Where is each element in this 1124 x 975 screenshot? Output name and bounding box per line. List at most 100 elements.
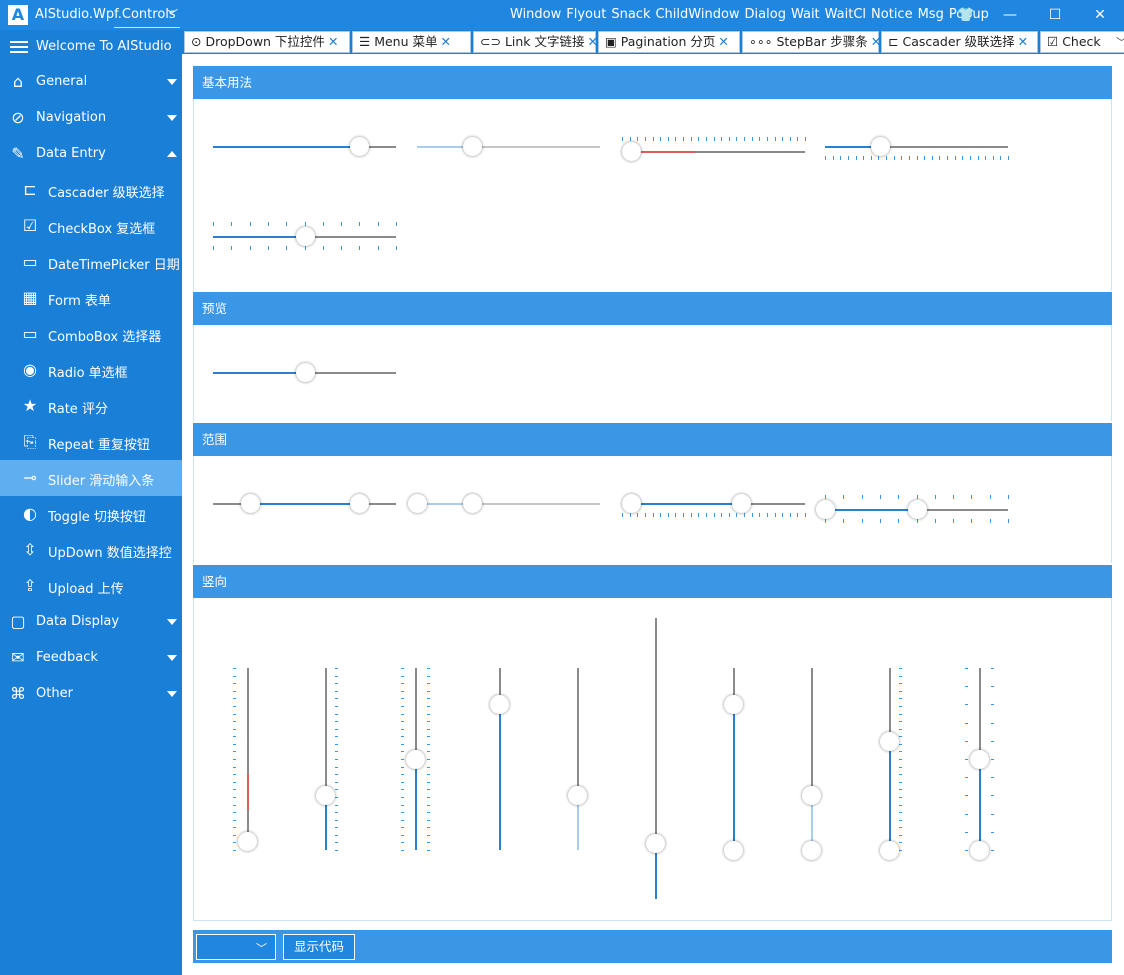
title-menu-notice[interactable]: Notice <box>871 7 913 22</box>
slider-thumb[interactable] <box>238 831 257 851</box>
slider-thumb[interactable] <box>802 786 821 806</box>
tab-dropdown[interactable]: ⊙ DropDown 下拉控件 ✕ <box>184 31 350 53</box>
slider-thumb[interactable] <box>490 695 509 715</box>
sidebar-item-combobox[interactable]: ▭ ComboBox 选择器 <box>0 316 182 352</box>
show-code-button[interactable]: 显示代码 <box>283 934 355 960</box>
sidebar-item-radio[interactable]: ◉ Radio 单选框 <box>0 352 182 388</box>
slider-thumb[interactable] <box>295 363 315 382</box>
slider-tick <box>899 751 902 752</box>
chevron-up-icon[interactable] <box>167 151 177 157</box>
slider-thumb[interactable] <box>568 786 587 806</box>
slider-thumb[interactable] <box>462 494 482 513</box>
slider-thumb[interactable] <box>295 227 315 246</box>
close-icon[interactable]: ✕ <box>441 34 451 49</box>
slider-thumb[interactable] <box>907 500 927 519</box>
title-menu-window[interactable]: Window <box>510 7 561 22</box>
sidebar-header[interactable]: Welcome To AIStudio <box>0 30 182 64</box>
title-menu-flyout[interactable]: Flyout <box>566 7 606 22</box>
sidebar-item-checkbox[interactable]: ☑ CheckBox 复选框 <box>0 208 182 244</box>
close-button[interactable]: ✕ <box>1080 0 1120 30</box>
slider-tick <box>427 782 430 783</box>
chevron-down-icon[interactable] <box>167 115 177 121</box>
sidebar-item-form[interactable]: ▦ Form 表单 <box>0 280 182 316</box>
slider-thumb[interactable] <box>408 494 427 513</box>
title-menu-dialog[interactable]: Dialog <box>745 7 786 22</box>
sidebar-item-upload[interactable]: ⇪ Upload 上传 <box>0 568 182 604</box>
close-icon[interactable]: ✕ <box>871 34 881 49</box>
pagination-icon: ▣ <box>605 34 617 49</box>
slider-thumb[interactable] <box>622 494 642 513</box>
hamburger-icon[interactable] <box>10 41 28 53</box>
chevron-down-icon[interactable] <box>167 79 177 85</box>
slider-thumb[interactable] <box>970 750 989 769</box>
chevron-down-icon[interactable] <box>167 691 177 697</box>
title-menu-childwindow[interactable]: ChildWindow <box>655 7 739 22</box>
close-icon[interactable]: ✕ <box>1018 34 1028 49</box>
close-icon[interactable]: ✕ <box>328 34 338 49</box>
slider-thumb[interactable] <box>970 841 989 860</box>
sidebar-item-navigation[interactable]: ⊘ Navigation <box>0 100 182 136</box>
slider-thumb[interactable] <box>622 142 642 161</box>
slider-tick <box>427 842 430 843</box>
sidebar-item-slider[interactable]: ⊸ Slider 滑动输入条 <box>0 460 182 496</box>
sidebar-item-rate[interactable]: ★ Rate 评分 <box>0 388 182 424</box>
sidebar-item-label: Toggle 切换按钮 <box>48 510 146 525</box>
slider-thumb[interactable] <box>724 695 743 715</box>
sidebar-item-other[interactable]: ⌘ Other <box>0 676 182 712</box>
tab-cascader[interactable]: ⊏ Cascader 级联选择 ✕ <box>881 31 1038 53</box>
sidebar-item-datetimepicker[interactable]: ▭ DateTimePicker 日期 <box>0 244 182 280</box>
tab-link[interactable]: ⊂⊃ Link 文字链接 ✕ <box>473 31 598 53</box>
slider-thumb[interactable] <box>880 841 899 860</box>
title-menu-waitcl[interactable]: WaitCl <box>825 7 866 22</box>
theme-select[interactable]: ﹀ <box>196 934 276 960</box>
minimize-button[interactable]: — <box>990 0 1030 30</box>
slider-thumb[interactable] <box>462 137 482 156</box>
slider-thumb[interactable] <box>406 750 425 769</box>
chevron-down-icon[interactable] <box>167 619 177 625</box>
title-menu-msg[interactable]: Msg <box>918 7 944 22</box>
skin-icon[interactable]: 👕 <box>946 0 986 30</box>
sidebar-item-data[interactable]: ✎ Data Entry <box>0 136 182 172</box>
slider-thumb[interactable] <box>350 137 370 156</box>
slider-thumb[interactable] <box>316 786 335 806</box>
sidebar-item-updown[interactable]: ⇳ UpDown 数值选择控 <box>0 532 182 568</box>
slider-thumb[interactable] <box>870 137 890 156</box>
edit-icon: ✎ <box>11 144 25 163</box>
sidebar-item-data[interactable]: ▢ Data Display <box>0 604 182 640</box>
title-menu-snack[interactable]: Snack <box>611 7 650 22</box>
maximize-button[interactable]: ☐ <box>1035 0 1075 30</box>
app-title[interactable]: AIStudio.Wpf.Controls <box>35 7 176 22</box>
slider-tick <box>991 704 994 705</box>
close-icon[interactable]: ✕ <box>588 34 598 49</box>
sidebar-item-repeat[interactable]: ⎘ Repeat 重复按钮 <box>0 424 182 460</box>
sidebar-item-cascader[interactable]: ⊏ Cascader 级联选择 <box>0 172 182 208</box>
tab-check[interactable]: ☑ Check ﹀ <box>1040 31 1124 53</box>
slider-thumb[interactable] <box>240 494 260 513</box>
slider-thumb[interactable] <box>646 833 665 853</box>
slider-thumb[interactable] <box>880 731 899 751</box>
title-dropdown-icon[interactable]: ﹀ <box>166 6 178 23</box>
chevron-down-icon[interactable]: ﹀ <box>1116 33 1124 53</box>
slider-thumb[interactable] <box>350 494 370 513</box>
slider-thumb[interactable] <box>731 494 751 513</box>
slider-thumb[interactable] <box>802 841 821 860</box>
slider-thumb[interactable] <box>724 841 743 860</box>
tab-label: Cascader 级联选择 <box>902 34 1015 49</box>
tab-stepbar[interactable]: ∘∘∘ StepBar 步骤条 ✕ <box>742 31 881 53</box>
slider-tick <box>233 767 236 768</box>
slider-tick <box>622 513 623 517</box>
title-menu-wait[interactable]: Wait <box>791 7 820 22</box>
sidebar-item-toggle[interactable]: ◐ Toggle 切换按钮 <box>0 496 182 532</box>
slider-tick <box>698 513 699 517</box>
slider-tick <box>630 137 631 141</box>
slider-tick <box>752 513 753 517</box>
sidebar-item-general[interactable]: ⌂ General <box>0 64 182 100</box>
slider-tick <box>953 519 954 523</box>
slider-thumb[interactable] <box>816 500 835 519</box>
slider-tick <box>965 686 968 687</box>
tab-menu[interactable]: ☰ Menu 菜单 ✕ <box>352 31 471 53</box>
chevron-down-icon[interactable] <box>167 655 177 661</box>
tab-pagination[interactable]: ▣ Pagination 分页 ✕ <box>598 31 740 53</box>
sidebar-item-feedback[interactable]: ✉ Feedback <box>0 640 182 676</box>
close-icon[interactable]: ✕ <box>718 34 728 49</box>
